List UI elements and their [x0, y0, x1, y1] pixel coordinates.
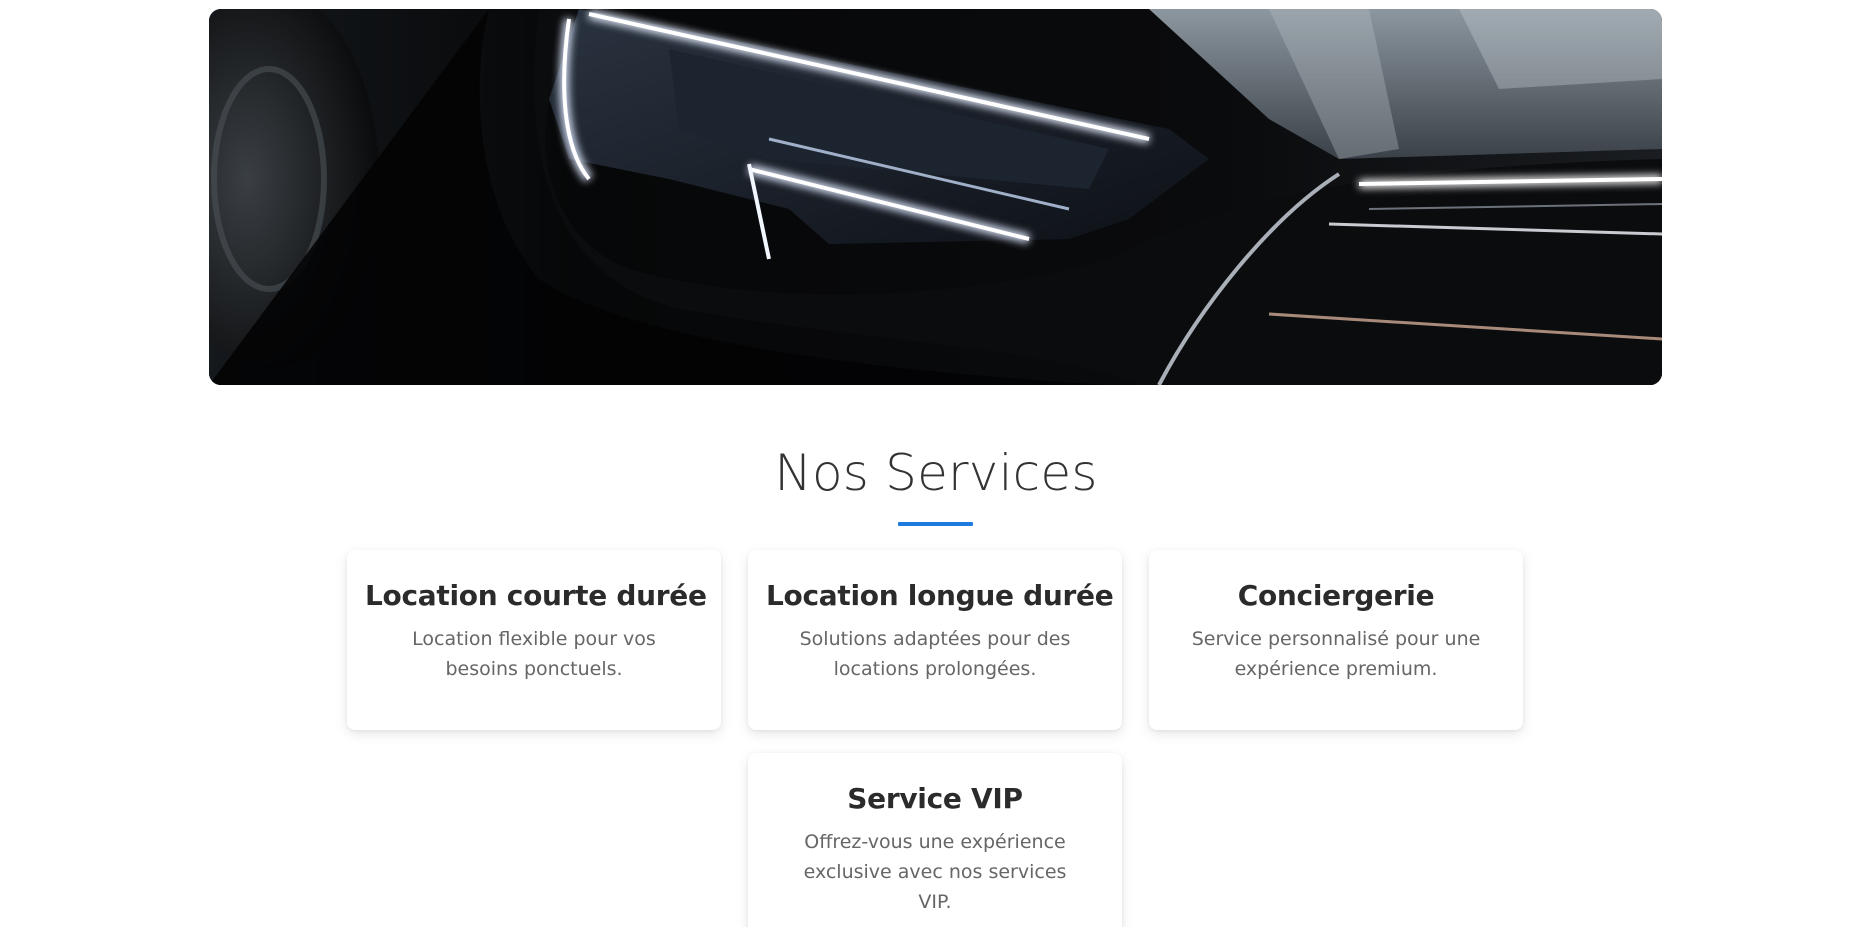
section-title: Nos Services	[774, 444, 1098, 502]
service-card-long-term-rental[interactable]: Location longue durée Solutions adaptées…	[748, 550, 1122, 730]
hero-car-headlight-image	[209, 9, 1662, 385]
page: Nos Services Location courte durée Locat…	[0, 0, 1872, 927]
service-card-short-term-rental[interactable]: Location courte durée Location flexible …	[347, 550, 721, 730]
service-card-text: Location flexible pour vos besoins ponct…	[412, 628, 656, 680]
service-card-vip[interactable]: Service VIP Offrez-vous une expérience e…	[748, 753, 1122, 927]
service-card-title: Service VIP	[847, 782, 1023, 815]
service-card-text: Solutions adaptées pour des locations pr…	[799, 628, 1071, 680]
car-headlight-image-graphic	[209, 9, 1662, 385]
service-card-text: Offrez-vous une expérience exclusive ave…	[803, 831, 1067, 913]
service-card-concierge[interactable]: Conciergerie Service personnalisé pour u…	[1149, 550, 1523, 730]
title-underline	[898, 522, 973, 526]
service-card-text: Service personnalisé pour une expérience…	[1191, 628, 1481, 680]
service-card-title: Location longue durée	[766, 579, 1114, 612]
service-card-title: Conciergerie	[1237, 579, 1435, 612]
service-card-title: Location courte durée	[365, 579, 707, 612]
